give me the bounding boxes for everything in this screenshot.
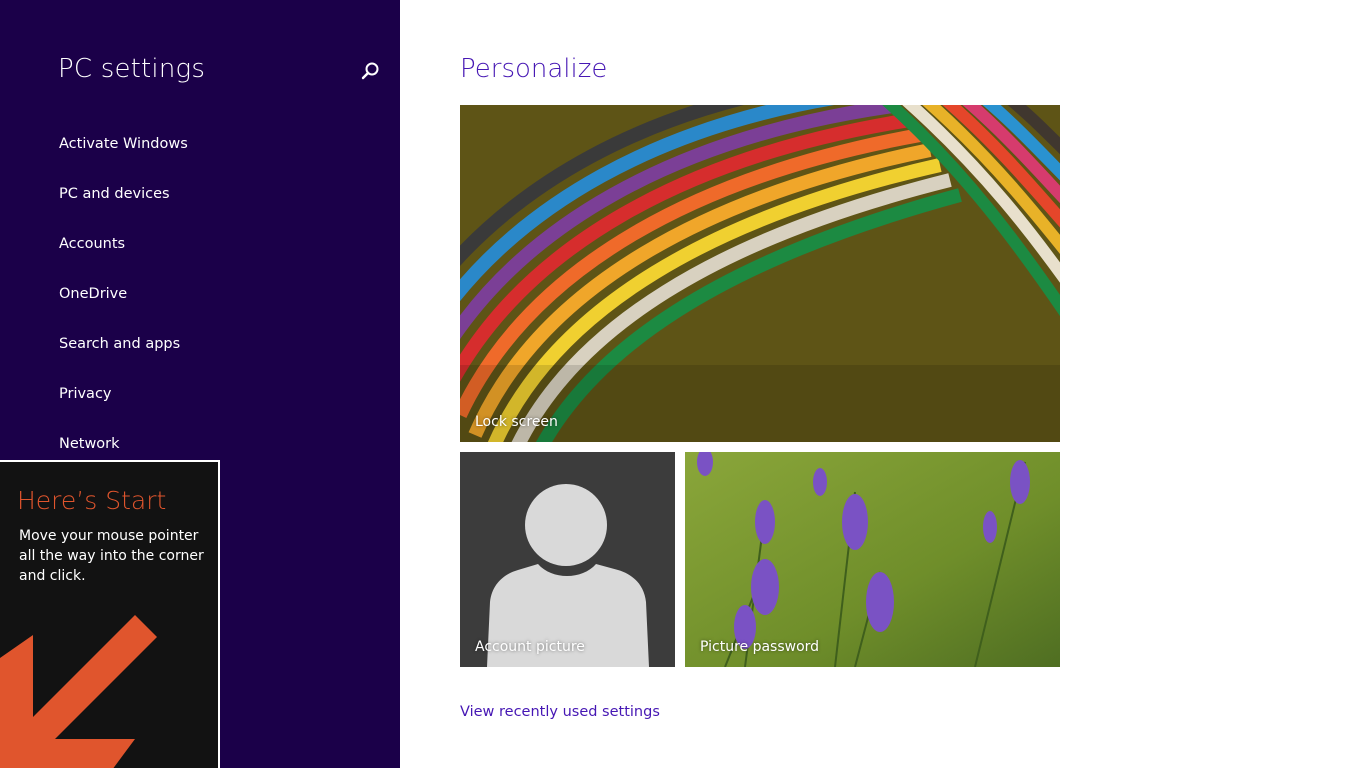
lock-screen-image bbox=[460, 105, 1060, 442]
view-recent-settings-link[interactable]: View recently used settings bbox=[460, 704, 660, 720]
sidebar-title: PC settings bbox=[58, 54, 206, 84]
search-icon[interactable] bbox=[360, 60, 382, 82]
sidebar-item-pc-and-devices[interactable]: PC and devices bbox=[59, 186, 170, 202]
sidebar-item-onedrive[interactable]: OneDrive bbox=[59, 286, 127, 302]
account-picture-label: Account picture bbox=[475, 639, 585, 655]
sidebar-item-privacy[interactable]: Privacy bbox=[59, 386, 112, 402]
picture-password-label: Picture password bbox=[700, 639, 820, 655]
sidebar-item-search-and-apps[interactable]: Search and apps bbox=[59, 336, 180, 352]
tip-body: Move your mouse pointer all the way into… bbox=[19, 528, 204, 584]
account-picture-tile[interactable]: Account picture bbox=[460, 452, 675, 667]
sidebar-item-accounts[interactable]: Accounts bbox=[59, 236, 125, 252]
lock-screen-tile[interactable]: Lock screen bbox=[460, 105, 1060, 442]
tip-title: Here’s Start bbox=[17, 486, 167, 515]
sidebar-item-activate-windows[interactable]: Activate Windows bbox=[59, 136, 188, 152]
sidebar-item-network[interactable]: Network bbox=[59, 436, 120, 452]
lock-screen-label: Lock screen bbox=[475, 414, 558, 430]
arrow-down-left-icon bbox=[0, 610, 218, 768]
user-silhouette-icon bbox=[460, 452, 675, 667]
lavender-image bbox=[685, 452, 1060, 667]
start-tip-panel: Here’s Start Move your mouse pointer all… bbox=[0, 460, 220, 768]
picture-password-tile[interactable]: Picture password bbox=[685, 452, 1060, 667]
page-title: Personalize bbox=[460, 54, 608, 84]
